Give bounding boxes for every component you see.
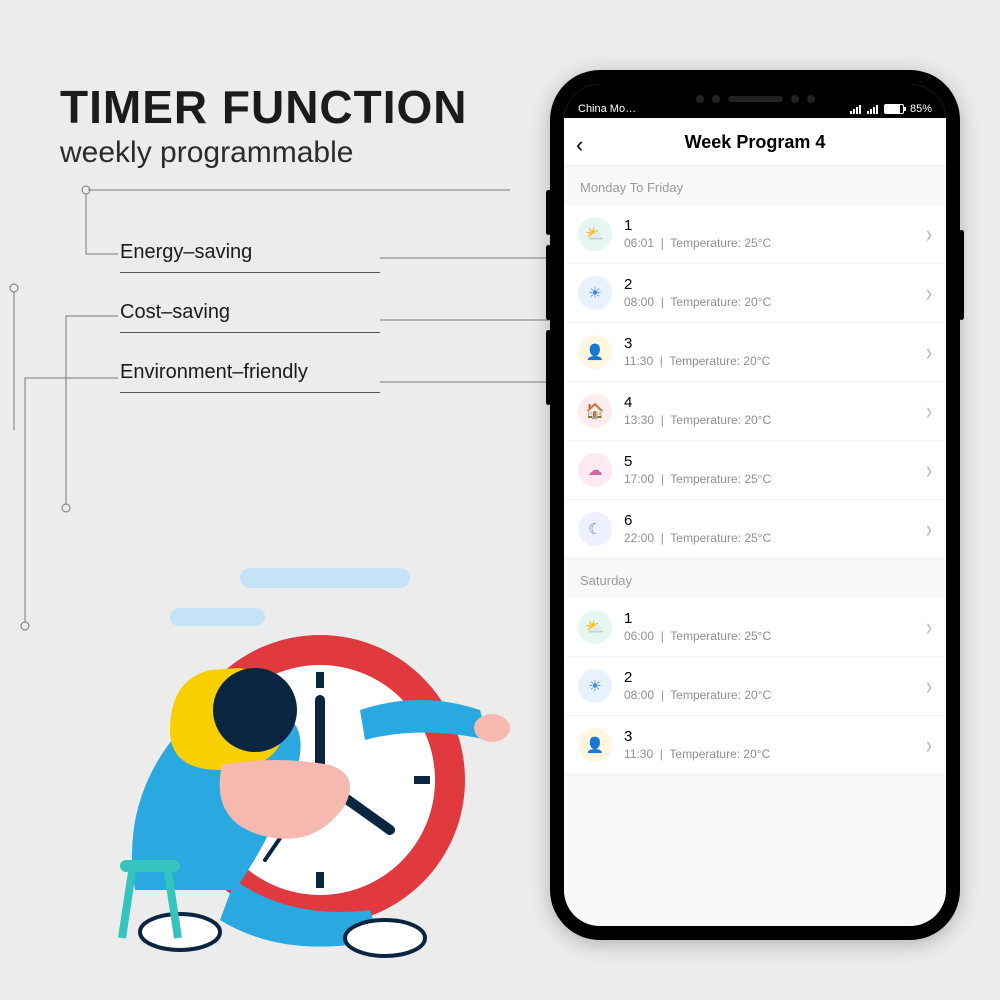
- chevron-right-icon: ›: [926, 671, 932, 700]
- schedule-row[interactable]: ☾ 6 22:00 | Temperature: 25°C ›: [564, 500, 946, 559]
- bullet-energy: Energy–saving: [120, 235, 380, 273]
- row-detail: 06:01 | Temperature: 25°C: [624, 236, 914, 250]
- moon-icon: ☾: [578, 512, 612, 546]
- chevron-right-icon: ›: [926, 514, 932, 543]
- sun-icon: ☀: [578, 669, 612, 703]
- sun-icon: ☀: [578, 276, 612, 310]
- row-detail: 08:00 | Temperature: 20°C: [624, 295, 914, 309]
- person-icon: 👤: [578, 335, 612, 369]
- row-detail: 06:00 | Temperature: 25°C: [624, 629, 914, 643]
- schedule-row[interactable]: ⛅ 1 06:01 | Temperature: 25°C ›: [564, 205, 946, 264]
- page-title: Week Program 4: [685, 132, 826, 153]
- chevron-right-icon: ›: [926, 337, 932, 366]
- row-detail: 11:30 | Temperature: 20°C: [624, 354, 914, 368]
- schedule-row[interactable]: 👤 3 11:30 | Temperature: 20°C ›: [564, 716, 946, 775]
- row-number: 1: [624, 611, 914, 628]
- schedule-row[interactable]: 🏠 4 13:30 | Temperature: 20°C ›: [564, 382, 946, 441]
- hero-subtitle: weekly programmable: [60, 136, 468, 170]
- bullet-environment: Environment–friendly: [120, 355, 380, 393]
- chevron-right-icon: ›: [926, 455, 932, 484]
- phone-side-button: [546, 190, 551, 235]
- person-icon: 👤: [578, 728, 612, 762]
- sunrise-icon: ⛅: [578, 217, 612, 251]
- row-detail: 17:00 | Temperature: 25°C: [624, 472, 914, 486]
- row-number: 5: [624, 454, 914, 471]
- row-detail: 22:00 | Temperature: 25°C: [624, 531, 914, 545]
- row-number: 3: [624, 336, 914, 353]
- phone-side-button: [546, 245, 551, 320]
- schedule-row[interactable]: ☀ 2 08:00 | Temperature: 20°C ›: [564, 657, 946, 716]
- row-number: 2: [624, 277, 914, 294]
- row-number: 2: [624, 670, 914, 687]
- phone-mockup: China Mo… 85% ‹ Week Program 4 Monday To…: [550, 70, 960, 940]
- navbar: ‹ Week Program 4: [564, 118, 946, 166]
- chevron-right-icon: ›: [926, 396, 932, 425]
- hero-headline: TIMER FUNCTION weekly programmable: [60, 80, 468, 170]
- row-detail: 13:30 | Temperature: 20°C: [624, 413, 914, 427]
- phone-side-button: [546, 330, 551, 405]
- phone-screen: China Mo… 85% ‹ Week Program 4 Monday To…: [564, 84, 946, 926]
- phone-side-button: [959, 230, 964, 320]
- row-number: 3: [624, 729, 914, 746]
- hero-title: TIMER FUNCTION: [60, 80, 468, 134]
- schedule-row[interactable]: 👤 3 11:30 | Temperature: 20°C ›: [564, 323, 946, 382]
- row-number: 6: [624, 513, 914, 530]
- schedule-row[interactable]: ☁ 5 17:00 | Temperature: 25°C ›: [564, 441, 946, 500]
- section-header: Saturday: [564, 559, 946, 598]
- sunrise-icon: ⛅: [578, 610, 612, 644]
- schedule-list[interactable]: Monday To Friday ⛅ 1 06:01 | Temperature…: [564, 166, 946, 926]
- home-icon: 🏠: [578, 394, 612, 428]
- chevron-right-icon: ›: [926, 612, 932, 641]
- schedule-row[interactable]: ☀ 2 08:00 | Temperature: 20°C ›: [564, 264, 946, 323]
- bullet-cost: Cost–saving: [120, 295, 380, 333]
- battery-icon: [884, 104, 904, 114]
- clock-illustration: [60, 560, 510, 960]
- chevron-right-icon: ›: [926, 278, 932, 307]
- row-number: 1: [624, 218, 914, 235]
- row-detail: 11:30 | Temperature: 20°C: [624, 747, 914, 761]
- schedule-row[interactable]: ⛅ 1 06:00 | Temperature: 25°C ›: [564, 598, 946, 657]
- cloud-icon: ☁: [578, 453, 612, 487]
- chevron-right-icon: ›: [926, 730, 932, 759]
- section-header: Monday To Friday: [564, 166, 946, 205]
- chevron-right-icon: ›: [926, 219, 932, 248]
- row-number: 4: [624, 395, 914, 412]
- feature-bullets: Energy–saving Cost–saving Environment–fr…: [120, 235, 380, 415]
- back-button[interactable]: ‹: [576, 132, 583, 158]
- row-detail: 08:00 | Temperature: 20°C: [624, 688, 914, 702]
